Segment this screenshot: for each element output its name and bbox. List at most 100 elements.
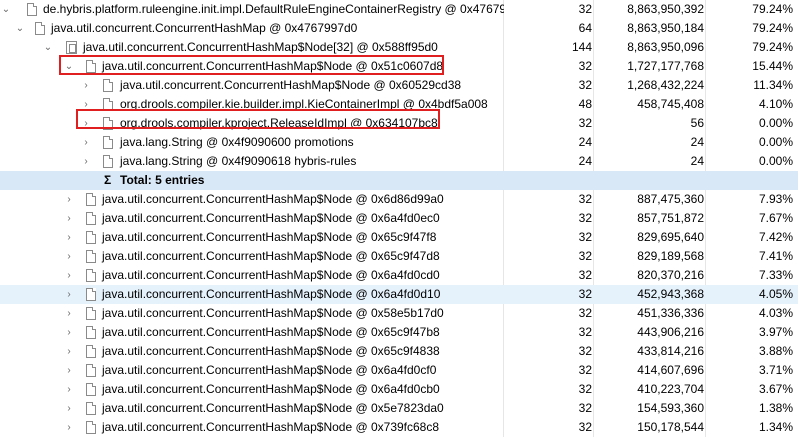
percentage-value: 0.00% bbox=[758, 154, 793, 168]
chevron-right-icon[interactable]: › bbox=[63, 304, 75, 323]
tree-row[interactable]: › java.util.concurrent.ConcurrentHashMap… bbox=[0, 209, 798, 228]
array-icon bbox=[66, 41, 77, 54]
name-cell: › java.lang.String @ 0x4f9090600 promoti… bbox=[0, 133, 504, 152]
retained-heap-value: 1,727,177,768 bbox=[627, 59, 704, 73]
tree-row[interactable]: ⌄ java.util.concurrent.ConcurrentHashMap… bbox=[0, 19, 798, 38]
chevron-right-icon[interactable]: › bbox=[80, 114, 92, 133]
name-cell: › org.drools.compiler.kie.builder.impl.K… bbox=[0, 95, 504, 114]
object-label: java.util.concurrent.ConcurrentHashMap @… bbox=[51, 21, 358, 35]
chevron-down-icon[interactable]: ⌄ bbox=[14, 19, 26, 38]
tree-row[interactable]: › java.lang.String @ 0x4f9090618 hybris-… bbox=[0, 152, 798, 171]
object-icon bbox=[86, 231, 96, 244]
percentage-value: 11.34% bbox=[753, 78, 793, 92]
percentage-value: 7.33% bbox=[758, 268, 793, 282]
chevron-right-icon[interactable]: › bbox=[80, 76, 92, 95]
object-icon bbox=[86, 60, 96, 73]
object-icon bbox=[103, 98, 113, 111]
chevron-right-icon[interactable]: › bbox=[63, 266, 75, 285]
chevron-right-icon[interactable]: › bbox=[80, 95, 92, 114]
tree-row[interactable]: › java.util.concurrent.ConcurrentHashMap… bbox=[0, 342, 798, 361]
object-icon bbox=[35, 22, 45, 35]
percentage-value: 3.97% bbox=[758, 325, 793, 339]
retained-heap-value: 887,475,360 bbox=[637, 192, 704, 206]
chevron-right-icon[interactable]: › bbox=[63, 399, 75, 418]
retained-heap-value: 24 bbox=[690, 135, 704, 149]
chevron-right-icon[interactable]: › bbox=[63, 247, 75, 266]
tree-row[interactable]: › java.util.concurrent.ConcurrentHashMap… bbox=[0, 323, 798, 342]
chevron-down-icon[interactable]: ⌄ bbox=[42, 38, 54, 57]
retained-heap-value: 829,695,640 bbox=[637, 230, 704, 244]
name-cell: ⌄ java.util.concurrent.ConcurrentHashMap… bbox=[0, 38, 504, 57]
retained-heap-value: 443,906,216 bbox=[637, 325, 704, 339]
percentage-value: 1.34% bbox=[758, 420, 793, 434]
shallow-heap-value: 48 bbox=[578, 97, 592, 111]
shallow-heap-value: 32 bbox=[578, 59, 592, 73]
name-cell: › java.util.concurrent.ConcurrentHashMap… bbox=[0, 380, 504, 399]
tree-row[interactable]: › java.util.concurrent.ConcurrentHashMap… bbox=[0, 399, 798, 418]
chevron-right-icon[interactable]: › bbox=[63, 209, 75, 228]
retained-heap-value: 820,370,216 bbox=[637, 268, 704, 282]
chevron-right-icon[interactable]: › bbox=[63, 380, 75, 399]
tree-row[interactable]: ⌄ de.hybris.platform.ruleengine.init.imp… bbox=[0, 0, 798, 19]
percentage-value: 15.44% bbox=[752, 59, 793, 73]
tree-row[interactable]: › java.util.concurrent.ConcurrentHashMap… bbox=[0, 190, 798, 209]
retained-heap-value: 433,814,216 bbox=[637, 344, 704, 358]
name-cell: ⌄ java.util.concurrent.ConcurrentHashMap… bbox=[0, 19, 504, 38]
chevron-right-icon[interactable]: › bbox=[63, 285, 75, 304]
object-label: java.util.concurrent.ConcurrentHashMap$N… bbox=[102, 287, 441, 301]
chevron-right-icon[interactable]: › bbox=[63, 342, 75, 361]
shallow-heap-value: 32 bbox=[578, 325, 592, 339]
object-label: java.util.concurrent.ConcurrentHashMap$N… bbox=[102, 230, 437, 244]
total-row: Σ Total: 5 entries bbox=[0, 171, 798, 190]
retained-heap-value: 458,745,408 bbox=[637, 97, 704, 111]
object-label: java.util.concurrent.ConcurrentHashMap$N… bbox=[102, 59, 444, 73]
percentage-value: 4.05% bbox=[758, 287, 793, 301]
object-tree: ⌄ de.hybris.platform.ruleengine.init.imp… bbox=[0, 0, 798, 437]
chevron-right-icon[interactable]: › bbox=[63, 323, 75, 342]
object-label: org.drools.compiler.kproject.ReleaseIdIm… bbox=[120, 116, 438, 130]
tree-row[interactable]: › java.util.concurrent.ConcurrentHashMap… bbox=[0, 247, 798, 266]
tree-row[interactable]: › java.util.concurrent.ConcurrentHashMap… bbox=[0, 380, 798, 399]
chevron-right-icon[interactable]: › bbox=[63, 418, 75, 437]
percentage-value: 79.24% bbox=[752, 40, 793, 54]
name-cell: ⌄ java.util.concurrent.ConcurrentHashMap… bbox=[0, 57, 504, 76]
tree-row[interactable]: ⌄ java.util.concurrent.ConcurrentHashMap… bbox=[0, 57, 798, 76]
tree-row[interactable]: ⌄ java.util.concurrent.ConcurrentHashMap… bbox=[0, 38, 798, 57]
object-icon bbox=[86, 307, 96, 320]
tree-row[interactable]: › org.drools.compiler.kproject.ReleaseId… bbox=[0, 114, 798, 133]
tree-row[interactable]: › java.util.concurrent.ConcurrentHashMap… bbox=[0, 228, 798, 247]
shallow-heap-value: 64 bbox=[578, 21, 592, 35]
object-label: de.hybris.platform.ruleengine.init.impl.… bbox=[43, 2, 504, 16]
tree-row[interactable]: › java.util.concurrent.ConcurrentHashMap… bbox=[0, 418, 798, 437]
percentage-value: 3.71% bbox=[758, 363, 793, 377]
chevron-right-icon[interactable]: › bbox=[80, 133, 92, 152]
object-label: java.util.concurrent.ConcurrentHashMap$N… bbox=[83, 40, 438, 54]
chevron-right-icon[interactable]: › bbox=[63, 361, 75, 380]
chevron-right-icon[interactable]: › bbox=[63, 228, 75, 247]
chevron-down-icon[interactable]: ⌄ bbox=[63, 57, 75, 76]
retained-heap-value: 8,863,950,392 bbox=[627, 2, 704, 16]
tree-row[interactable]: › java.util.concurrent.ConcurrentHashMap… bbox=[0, 266, 798, 285]
object-icon bbox=[86, 269, 96, 282]
shallow-heap-value: 144 bbox=[571, 40, 592, 54]
name-cell: › java.util.concurrent.ConcurrentHashMap… bbox=[0, 342, 504, 361]
chevron-right-icon[interactable]: › bbox=[63, 190, 75, 209]
name-cell: › org.drools.compiler.kproject.ReleaseId… bbox=[0, 114, 504, 133]
retained-heap-value: 154,593,360 bbox=[637, 401, 704, 415]
object-label: java.util.concurrent.ConcurrentHashMap$N… bbox=[102, 325, 440, 339]
tree-row[interactable]: › org.drools.compiler.kie.builder.impl.K… bbox=[0, 95, 798, 114]
total-label: Total: 5 entries bbox=[120, 173, 205, 187]
tree-row[interactable]: › java.util.concurrent.ConcurrentHashMap… bbox=[0, 361, 798, 380]
tree-row[interactable]: › java.util.concurrent.ConcurrentHashMap… bbox=[0, 285, 798, 304]
percentage-value: 4.10% bbox=[758, 97, 793, 111]
tree-row[interactable]: › java.util.concurrent.ConcurrentHashMap… bbox=[0, 76, 798, 95]
retained-heap-value: 1,268,432,224 bbox=[627, 78, 704, 92]
tree-row[interactable]: › java.util.concurrent.ConcurrentHashMap… bbox=[0, 304, 798, 323]
chevron-right-icon[interactable]: › bbox=[80, 152, 92, 171]
object-icon bbox=[86, 326, 96, 339]
object-icon bbox=[27, 3, 37, 16]
chevron-down-icon[interactable]: ⌄ bbox=[0, 0, 12, 19]
shallow-heap-value: 32 bbox=[578, 192, 592, 206]
tree-row[interactable]: › java.lang.String @ 0x4f9090600 promoti… bbox=[0, 133, 798, 152]
object-label: java.util.concurrent.ConcurrentHashMap$N… bbox=[102, 401, 444, 415]
